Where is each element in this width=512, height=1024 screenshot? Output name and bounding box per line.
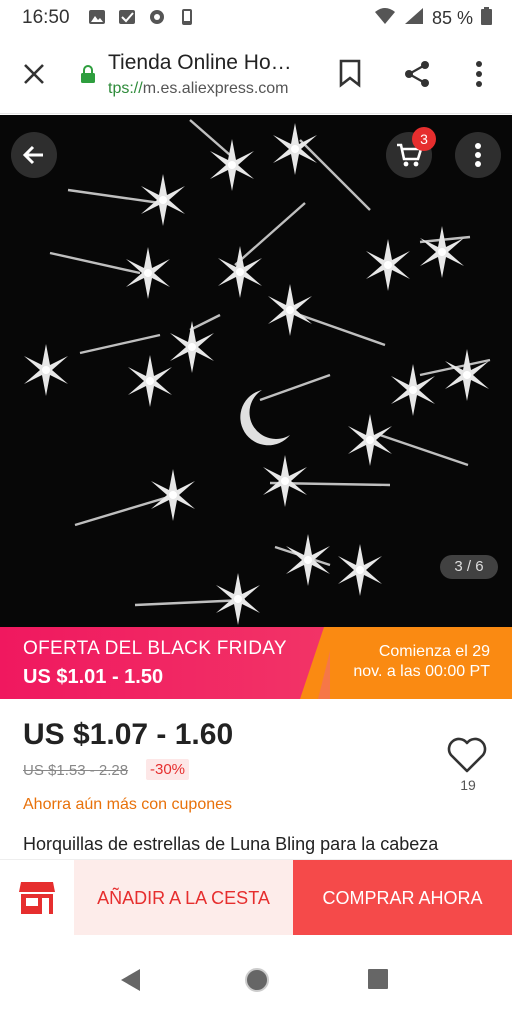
banner-start-date: Comienza el 29 nov. a las 00:00 PT xyxy=(330,627,512,699)
nav-home-icon[interactable] xyxy=(243,966,271,994)
wishlist-heart-icon[interactable] xyxy=(446,735,488,775)
original-price: US $1.53 - 2.28 xyxy=(23,762,129,779)
banner-offer: OFERTA DEL BLACK FRIDAY US $1.01 - 1.50 xyxy=(0,627,330,699)
share-icon[interactable] xyxy=(401,58,433,90)
add-to-cart-button[interactable]: AÑADIR A LA CESTA xyxy=(74,860,293,936)
buy-now-button[interactable]: COMPRAR AHORA xyxy=(293,860,512,936)
gallery-more-button[interactable] xyxy=(455,132,501,178)
image-counter: 3 / 6 xyxy=(440,555,498,579)
url-host: m.es.aliexpress.com xyxy=(142,80,289,97)
wishlist-count: 19 xyxy=(460,777,476,793)
battery-icon xyxy=(481,7,492,30)
banner-price: US $1.01 - 1.50 xyxy=(23,666,164,688)
more-vertical-icon xyxy=(475,143,481,167)
arrow-left-icon xyxy=(22,145,43,165)
banner-title: OFERTA DEL BLACK FRIDAY xyxy=(23,638,287,659)
close-icon[interactable] xyxy=(18,58,50,90)
gallery-back-button[interactable] xyxy=(11,132,57,178)
status-bar: 16:50 85 % xyxy=(0,0,512,36)
chat-notification-icon xyxy=(148,8,166,26)
phone-notification-icon xyxy=(178,8,196,26)
product-title: Horquillas de estrellas de Luna Bling pa… xyxy=(23,834,439,854)
banner-start-line1: Comienza el 29 xyxy=(378,643,490,660)
store-button[interactable] xyxy=(0,860,74,936)
bookmark-icon[interactable] xyxy=(336,58,364,88)
nav-back-icon[interactable] xyxy=(118,967,144,993)
notification-icons xyxy=(88,8,196,26)
signal-icon xyxy=(404,7,424,30)
browser-toolbar: Tienda Online Ho… tps://m.es.aliexpress.… xyxy=(0,36,512,114)
discount-badge: -30% xyxy=(146,759,190,780)
cart-count-badge: 3 xyxy=(412,127,436,151)
page-title: Tienda Online Ho… xyxy=(108,51,292,74)
status-time: 16:50 xyxy=(22,7,70,28)
status-right: 85 % xyxy=(374,7,492,30)
lock-icon xyxy=(80,64,96,84)
image-notification-icon xyxy=(88,8,106,26)
coupon-link[interactable]: Ahorra aún más con cupones xyxy=(23,796,232,814)
bottom-action-bar: AÑADIR A LA CESTA COMPRAR AHORA xyxy=(0,859,512,936)
product-photo xyxy=(24,119,491,625)
product-image-gallery[interactable]: 3 3 / 6 xyxy=(0,115,512,627)
nav-recents-icon[interactable] xyxy=(367,968,389,990)
system-nav-bar xyxy=(0,935,512,1024)
banner-start-line2: nov. a las 00:00 PT xyxy=(353,663,490,680)
battery-text: 85 % xyxy=(431,8,473,28)
url-scheme: tps:// xyxy=(108,80,143,97)
check-notification-icon xyxy=(118,8,136,26)
store-icon xyxy=(19,882,55,914)
black-friday-banner[interactable]: OFERTA DEL BLACK FRIDAY US $1.01 - 1.50 … xyxy=(0,627,512,699)
more-vertical-icon[interactable] xyxy=(465,58,493,90)
wifi-icon xyxy=(374,7,396,30)
product-price: US $1.07 - 1.60 xyxy=(23,718,234,751)
url-bar[interactable]: tps://m.es.aliexpress.com xyxy=(108,80,289,98)
